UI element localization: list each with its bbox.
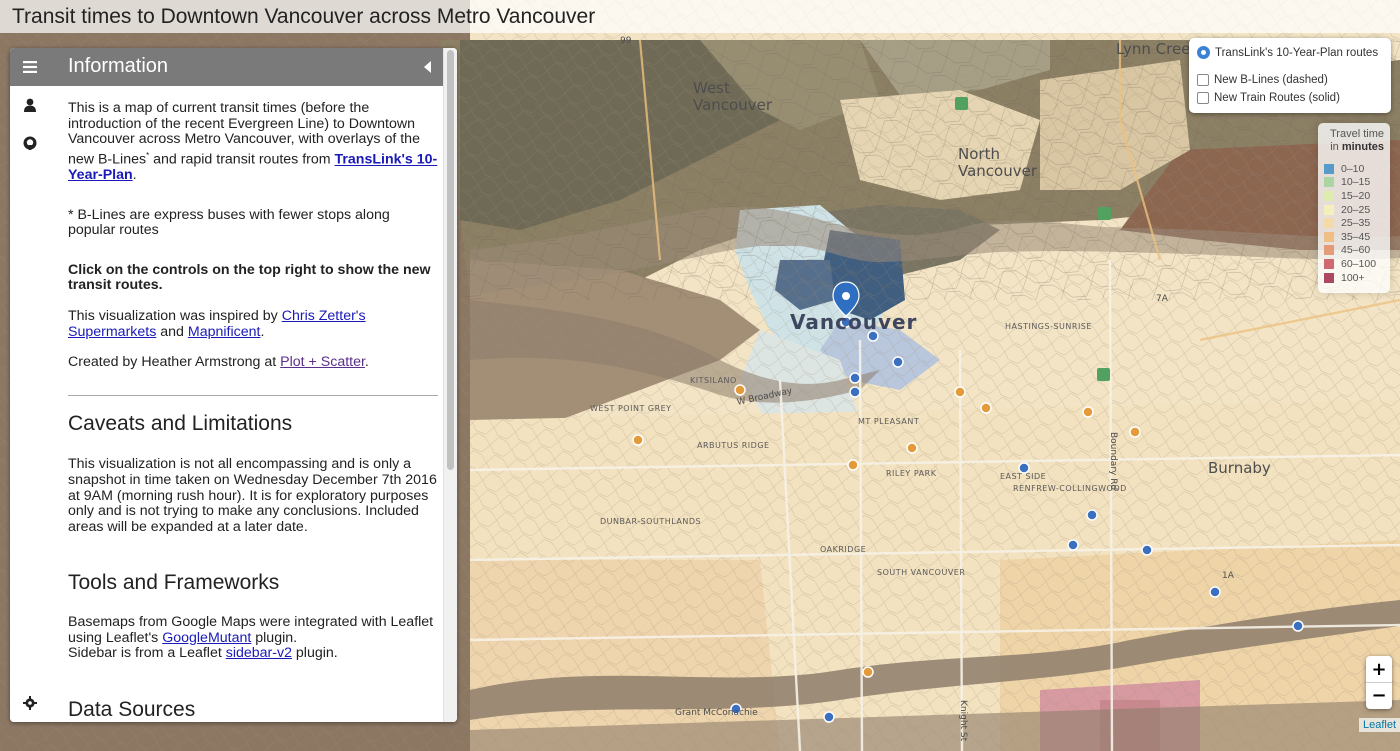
radio-button[interactable]	[1197, 46, 1210, 59]
legend-item: 35–45	[1324, 230, 1384, 244]
plot-scatter-link[interactable]: Plot + Scatter	[280, 354, 365, 370]
credit-text-2: .	[364, 354, 369, 371]
label-route-1a: 1A	[1222, 571, 1234, 581]
legend-label: 0–10	[1341, 162, 1365, 175]
scroll-thumb[interactable]	[447, 50, 454, 470]
sidebar-pane: Information This is a map of current tra…	[50, 48, 457, 722]
label-grant-mcconachie: Grant McConachie	[675, 708, 758, 718]
legend-label: 35–45	[1341, 230, 1371, 243]
legend-label: 25–35	[1341, 217, 1371, 230]
label-route-7a: 7A	[1156, 294, 1168, 304]
zoom-control: + −	[1366, 656, 1392, 709]
legend-title-in: in	[1330, 141, 1339, 153]
tools-paragraph: Basemaps from Google Maps were integrate…	[68, 614, 438, 662]
sidebar-tabs	[10, 48, 50, 722]
legend-swatch	[1324, 190, 1334, 201]
credit-text: Created by Heather Armstrong at	[68, 354, 281, 371]
pane-body: This is a map of current transit times (…	[68, 100, 438, 722]
tools-text-3: Sidebar is from a Leaflet	[68, 645, 226, 662]
travel-time-legend: Travel time in minutes 0–10 10–15 15–20 20–…	[1318, 123, 1390, 293]
label-knight-st: Knight St	[958, 700, 968, 742]
legend-swatch	[1324, 245, 1334, 256]
layer-control: TransLink's 10-Year-Plan routes New B-Li…	[1189, 38, 1391, 113]
legend-title: Travel time in minutes	[1324, 128, 1384, 154]
pane-title: Information	[68, 55, 169, 77]
user-icon	[24, 98, 36, 112]
tab-github[interactable]	[10, 124, 50, 162]
legend-title-line1: Travel time	[1330, 128, 1384, 140]
sidebar-v2-link[interactable]: sidebar-v2	[226, 645, 292, 661]
legend-swatch	[1324, 231, 1334, 242]
mapnificent-link[interactable]: Mapnificent	[188, 324, 261, 340]
legend-label: 100+	[1341, 271, 1365, 284]
sidebar-scrollbar[interactable]	[443, 48, 457, 722]
footnote: * B-Lines are express buses with fewer s…	[68, 206, 390, 239]
legend-label: 10–15	[1341, 176, 1371, 189]
legend-item: 45–60	[1324, 244, 1384, 258]
github-icon	[23, 136, 37, 150]
label-boundary-rd: Boundary Rd	[1108, 432, 1118, 491]
tab-profile[interactable]	[10, 86, 50, 124]
checkbox[interactable]	[1197, 92, 1209, 104]
intro-paragraph: This is a map of current transit times (…	[68, 100, 438, 184]
legend-swatch	[1324, 204, 1334, 215]
tools-text-2: plugin.	[251, 629, 298, 646]
tools-heading: Tools and Frameworks	[68, 571, 280, 595]
layer-base-translink[interactable]: TransLink's 10-Year-Plan routes	[1197, 46, 1378, 59]
legend-item: 0–10	[1324, 162, 1384, 176]
legend-item: 25–35	[1324, 216, 1384, 230]
legend-swatch	[1324, 258, 1334, 269]
googlemutant-link[interactable]: GoogleMutant	[162, 630, 251, 646]
caveats-heading: Caveats and Limitations	[68, 411, 293, 435]
inspired-text-3: .	[260, 323, 265, 340]
legend-title-minutes: minutes	[1341, 141, 1384, 153]
collapse-sidebar-icon[interactable]	[424, 61, 431, 73]
instruction-text: Click on the controls on the top right t…	[68, 261, 438, 294]
intro-text-3: .	[132, 167, 137, 184]
divider	[68, 394, 438, 396]
inspired-text-2: and	[156, 323, 188, 340]
data-sources-heading: Data Sources	[68, 697, 196, 721]
layer-label: TransLink's 10-Year-Plan routes	[1215, 46, 1379, 59]
checkbox[interactable]	[1197, 74, 1209, 86]
layer-label: New Train Routes (solid)	[1214, 92, 1340, 104]
caveats-text: This visualization is not all encompassi…	[68, 456, 437, 535]
legend-swatch	[1324, 177, 1334, 188]
label-route-99: 99	[620, 36, 632, 46]
legend-swatch	[1324, 163, 1334, 174]
leaflet-attribution[interactable]: Leaflet	[1358, 718, 1400, 732]
credit-paragraph: Created by Heather Armstrong at Plot + S…	[68, 354, 438, 371]
inspired-paragraph: This visualization was inspired by Chris…	[68, 308, 438, 340]
tab-information[interactable]	[10, 48, 50, 86]
tab-settings[interactable]	[10, 684, 50, 722]
intro-text-2: and rapid transit routes from	[149, 151, 335, 168]
legend-item: 100+	[1324, 271, 1384, 285]
legend-label: 20–25	[1341, 203, 1371, 216]
legend-item: 60–100	[1324, 257, 1384, 271]
layer-new-b-lines[interactable]: New B-Lines (dashed)	[1197, 74, 1328, 86]
page-title: Transit times to Downtown Vancouver acro…	[12, 5, 596, 28]
instruction-bold: Click on the controls on the top right t…	[68, 261, 431, 294]
title-bar: Transit times to Downtown Vancouver acro…	[0, 0, 1400, 33]
layer-new-train-routes[interactable]: New Train Routes (solid)	[1197, 92, 1340, 104]
legend-swatch	[1324, 272, 1334, 283]
zoom-out-button[interactable]: −	[1366, 682, 1392, 708]
menu-icon	[23, 61, 37, 73]
legend-label: 45–60	[1341, 244, 1371, 257]
sidebar: Information This is a map of current tra…	[10, 48, 457, 722]
inspired-text: This visualization was inspired by	[68, 308, 282, 325]
legend-item: 20–25	[1324, 203, 1384, 217]
legend-item: 10–15	[1324, 176, 1384, 190]
legend-label: 60–100	[1341, 257, 1377, 270]
legend-swatch	[1324, 218, 1334, 229]
legend-item: 15–20	[1324, 189, 1384, 203]
pane-header: Information	[50, 48, 443, 86]
layer-label: New B-Lines (dashed)	[1214, 74, 1328, 86]
legend-label: 15–20	[1341, 189, 1371, 202]
legend-rows: 0–10 10–15 15–20 20–25 25–35 35–45 45–60 60–100…	[1324, 162, 1384, 284]
zoom-in-button[interactable]: +	[1366, 656, 1392, 682]
gear-icon	[23, 696, 37, 710]
tools-text-4: plugin.	[291, 645, 338, 662]
